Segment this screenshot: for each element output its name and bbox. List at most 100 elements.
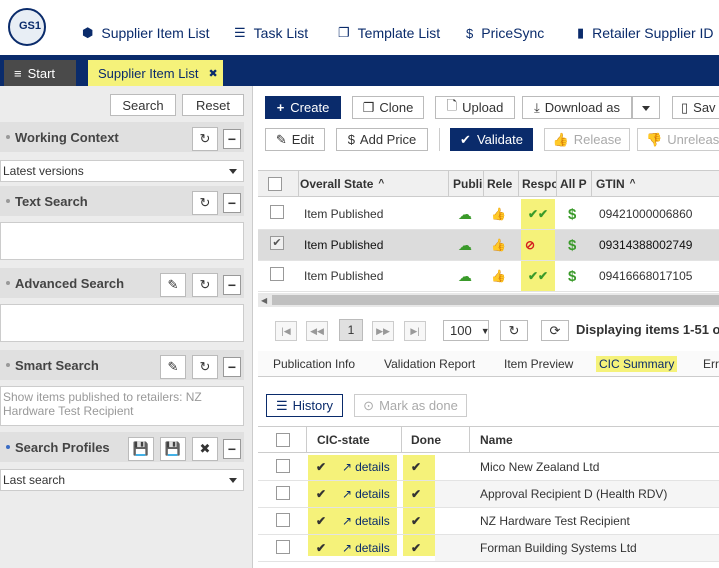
thumbs-down-icon: 👎 [646, 131, 663, 147]
release-button[interactable]: 👍 Release [544, 128, 630, 151]
table-row[interactable]: Item Published ☁ 👍 ✔✔ $ 09421000006860 [258, 199, 719, 230]
reload-icon[interactable]: ⟳ [541, 320, 569, 341]
collapse-icon[interactable]: − [223, 439, 241, 459]
details-link[interactable]: ↗ details [342, 454, 390, 480]
smart-search-input[interactable]: Show items published to retailers: NZ Ha… [0, 386, 244, 426]
list-item[interactable]: ✔ ↗ details ✔ Approval Recipient D (Healt… [258, 481, 719, 508]
row-checkbox[interactable] [270, 267, 284, 281]
column-name[interactable]: Name [469, 427, 719, 452]
details-link[interactable]: ↗ details [342, 535, 390, 561]
collapse-icon[interactable]: − [223, 193, 241, 213]
link-label: details [355, 514, 390, 528]
nav-task-list[interactable]: ☰ Task List [234, 25, 308, 41]
section-title: Text Search [15, 193, 88, 209]
list-item[interactable]: ✔ ↗ details ✔ Forman Building Systems Ltd [258, 535, 719, 562]
column-done[interactable]: Done [401, 427, 469, 452]
nav-retailer-supplier-id[interactable]: ▮ Retailer Supplier ID [577, 25, 714, 41]
column-overall-state[interactable]: Overall State ^ [298, 171, 448, 196]
tab-errors[interactable]: Err [703, 357, 719, 371]
button-label: Edit [291, 132, 315, 147]
save-icon: ▯ [681, 99, 689, 115]
collapse-icon[interactable]: − [223, 357, 241, 377]
edit-button[interactable]: ✎ Edit [265, 128, 325, 151]
row-checkbox[interactable] [276, 486, 290, 500]
tab-cic-summary[interactable]: CIC Summary [596, 356, 678, 372]
row-checkbox[interactable] [276, 540, 290, 554]
refresh-icon[interactable]: ↻ [192, 273, 218, 297]
column-response[interactable]: Respo [518, 171, 556, 196]
column-released[interactable]: Rele [483, 171, 518, 196]
nav-template-list[interactable]: ❐ Template List [338, 25, 440, 41]
recipient-name: Mico New Zealand Ltd [480, 460, 600, 474]
column-gtin[interactable]: GTIN ^ [591, 171, 719, 196]
search-button[interactable]: Search [110, 94, 176, 116]
collapse-icon[interactable]: − [223, 275, 241, 295]
list-item[interactable]: ✔ ↗ details ✔ NZ Hardware Test Recipient [258, 508, 719, 535]
first-page-icon[interactable]: |◀ [275, 321, 297, 341]
reset-button[interactable]: Reset [182, 94, 244, 116]
menu-icon: ≡ [14, 65, 22, 81]
details-link[interactable]: ↗ details [342, 508, 390, 534]
list-item[interactable]: ✔ ↗ details ✔ Mico New Zealand Ltd [258, 454, 719, 481]
table-row[interactable]: Item Published ☁ 👍 ✔✔ $ 09416668017105 [258, 261, 719, 292]
download-dropdown-button[interactable] [632, 96, 660, 119]
unrelease-button[interactable]: 👎 Unrelease [637, 128, 719, 151]
button-label: Validate [476, 132, 523, 147]
tab-validation-report[interactable]: Validation Report [384, 357, 475, 371]
recipient-name: NZ Hardware Test Recipient [480, 514, 630, 528]
delete-icon[interactable]: ✖ [192, 437, 218, 461]
text-search-input[interactable] [0, 222, 244, 260]
thumbs-up-icon: 👍 [552, 131, 569, 147]
row-checkbox[interactable] [270, 205, 284, 219]
row-checkbox[interactable] [276, 513, 290, 527]
row-checkbox[interactable] [276, 459, 290, 473]
collapse-icon[interactable]: − [223, 129, 241, 149]
cloud-icon: ☁ [458, 267, 472, 284]
refresh-icon[interactable]: ↻ [192, 355, 218, 379]
edit-icon[interactable]: ✎ [160, 355, 186, 379]
link-label: details [355, 487, 390, 501]
tab-publication-info[interactable]: Publication Info [273, 357, 355, 371]
history-button[interactable]: ☰ History [266, 394, 343, 417]
nav-label: Template List [357, 25, 441, 41]
scroll-left-icon[interactable]: ◀ [261, 296, 267, 305]
download-button[interactable]: ⤓ Download as [522, 96, 632, 119]
refresh-icon[interactable]: ↻ [500, 320, 528, 341]
tab-start[interactable]: ≡ Start [4, 60, 76, 86]
advanced-search-input[interactable] [0, 304, 244, 342]
mark-as-done-button[interactable]: ⊙ Mark as done [354, 394, 467, 417]
save-icon[interactable]: 💾 [160, 437, 186, 461]
column-cic-state[interactable]: CIC-state [306, 427, 401, 452]
next-page-icon[interactable]: ▶▶ [372, 321, 394, 341]
clone-button[interactable]: ❐ Clone [352, 96, 424, 119]
button-label: Sav [693, 100, 716, 115]
select-all-checkbox[interactable] [268, 177, 282, 191]
page-number-input[interactable]: 1 [339, 319, 363, 341]
save-button[interactable]: ▯ Sav [672, 96, 719, 119]
details-link[interactable]: ↗ details [342, 481, 390, 507]
row-checkbox-checked[interactable]: ✔ [270, 236, 284, 250]
button-label: Release [573, 132, 622, 147]
validate-button[interactable]: ✔ Validate [450, 128, 533, 151]
close-tab-icon[interactable]: ✖ [208, 67, 217, 80]
select-all-checkbox[interactable] [276, 433, 290, 447]
search-profile-select[interactable]: Last search [0, 469, 244, 491]
edit-icon[interactable]: ✎ [160, 273, 186, 297]
add-price-button[interactable]: $ Add Price [336, 128, 428, 151]
refresh-icon[interactable]: ↻ [192, 191, 218, 215]
prev-page-icon[interactable]: ◀◀ [306, 321, 328, 341]
last-page-icon[interactable]: ▶| [404, 321, 426, 341]
create-button[interactable]: + Create [265, 96, 341, 119]
column-all-prices[interactable]: All P [556, 171, 591, 196]
tab-item-preview[interactable]: Item Preview [504, 357, 573, 371]
working-context-select[interactable]: Latest versions [0, 160, 244, 182]
column-published[interactable]: Publi [448, 171, 483, 196]
refresh-icon[interactable]: ↻ [192, 127, 218, 151]
nav-pricesync[interactable]: $ PriceSync [466, 25, 544, 41]
page-size-select[interactable]: 100 ▼ [443, 320, 490, 341]
tab-supplier-item-list[interactable]: Supplier Item List ✖ [88, 60, 223, 86]
table-row[interactable]: ✔ Item Published ☁ 👍 ⊘ $ 09314388002749 [258, 230, 719, 261]
upload-button[interactable]: 🗋 Upload [435, 96, 515, 119]
nav-supplier-item-list[interactable]: ⬢ Supplier Item List [82, 25, 210, 41]
scrollbar-thumb[interactable] [272, 295, 719, 305]
